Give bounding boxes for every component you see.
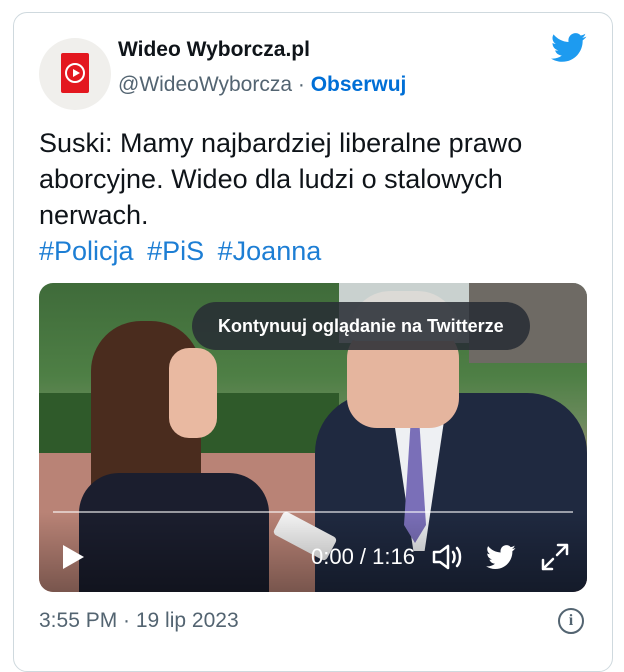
hashtag-link[interactable]: #PiS xyxy=(147,236,204,266)
info-icon[interactable]: i xyxy=(558,608,584,634)
play-icon[interactable] xyxy=(63,545,84,569)
separator-dot: · xyxy=(297,73,305,96)
account-name[interactable]: Wideo Wyborcza.pl xyxy=(118,38,310,62)
hashtag-link[interactable]: #Joanna xyxy=(218,236,322,266)
twitter-bird-icon[interactable] xyxy=(551,32,587,64)
video-player[interactable]: Kontynuuj oglądanie na Twitterze 0:00 / … xyxy=(39,283,587,592)
wideo-wyborcza-logo-icon xyxy=(61,53,89,93)
follow-button[interactable]: Obserwuj xyxy=(311,73,407,96)
twitter-bird-icon[interactable] xyxy=(486,545,516,570)
expand-icon[interactable] xyxy=(540,542,570,572)
account-handle[interactable]: @WideoWyborcza xyxy=(118,73,292,96)
volume-icon[interactable] xyxy=(431,543,463,571)
continue-watching-button[interactable]: Kontynuuj oglądanie na Twitterze xyxy=(192,302,530,350)
hashtag-link[interactable]: #Policja xyxy=(39,236,134,266)
video-time: 0:00 / 1:16 xyxy=(311,544,415,569)
hashtags: #Policja #PiS #Joanna xyxy=(39,233,327,269)
tweet-card[interactable]: Wideo Wyborcza.pl @WideoWyborcza · Obser… xyxy=(13,12,613,672)
tweet-text: Suski: Mamy najbardziej liberalne prawo … xyxy=(39,128,523,230)
video-progress-bar[interactable] xyxy=(53,511,573,513)
avatar[interactable] xyxy=(39,38,111,110)
handle-line: @WideoWyborcza · Obserwuj xyxy=(118,73,406,97)
tweet-timestamp[interactable]: 3:55 PM · 19 lip 2023 xyxy=(39,609,239,633)
